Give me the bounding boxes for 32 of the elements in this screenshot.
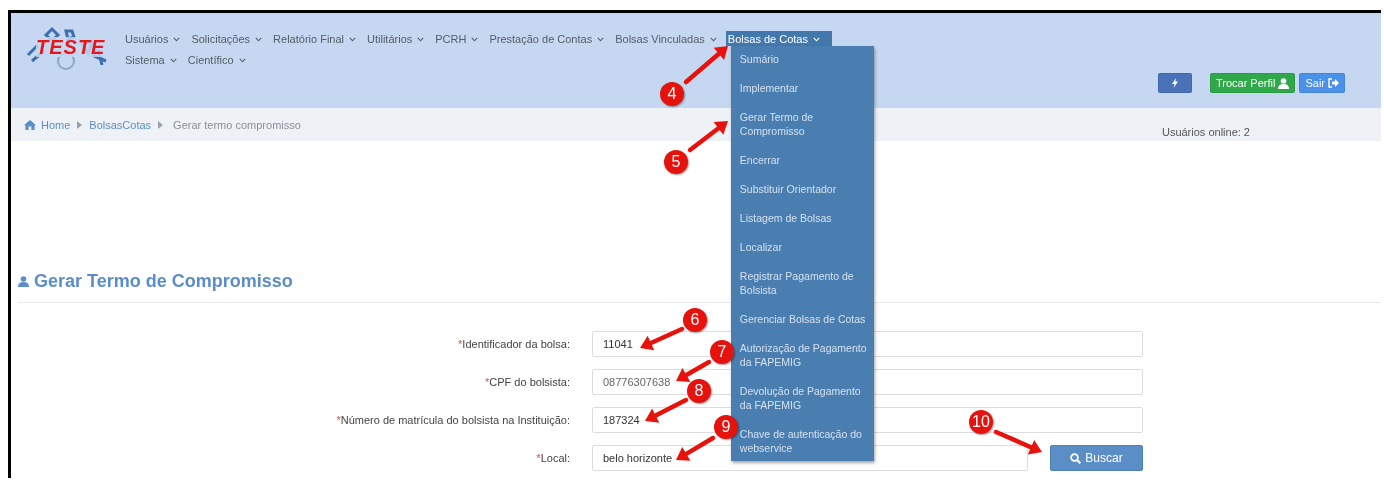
menu-option[interactable]: Sumário [730, 52, 874, 66]
menu-item[interactable]: Usuários [125, 31, 187, 46]
menu-item[interactable]: Prestação de Contas [489, 31, 611, 46]
page-title: Gerar Termo de Compromisso [34, 271, 293, 292]
menu-option[interactable]: Gerenciar Bolsas de Cotas [730, 312, 874, 326]
menu-item[interactable]: PCRH [435, 31, 485, 46]
menu-option[interactable]: Encerrar [730, 153, 874, 167]
menu-item[interactable]: Científico [187, 52, 252, 67]
field-label: *CPF do bolsista: [484, 376, 570, 388]
menu-item[interactable]: Bolsas Vinculadas [615, 31, 723, 46]
field-label: *Identificador da bolsa: [457, 338, 570, 350]
online-users-text: Usuários online: 2 [1161, 125, 1250, 138]
menu-option[interactable]: Substituir Orientador [730, 182, 874, 196]
breadcrumb-current: Gerar termo compromisso [173, 118, 301, 131]
menu-option[interactable]: Implementar [730, 81, 874, 95]
menu-item[interactable]: Solicitações [191, 31, 269, 46]
logout-button[interactable]: Sair [1299, 73, 1345, 93]
breadcrumb-link[interactable]: Home [41, 118, 71, 131]
menu-option[interactable]: Listagem de Bolsas [730, 211, 874, 225]
switch-profile-button[interactable]: Trocar Perfil [1209, 73, 1296, 93]
field-label: *Número de matrícula do bolsista na Instituição: [335, 414, 570, 426]
field-label: *Local: [535, 452, 570, 464]
breadcrumb-link[interactable]: BolsasCotas [89, 118, 152, 131]
menu-item[interactable]: Relatório Final [273, 31, 363, 46]
menu-option[interactable]: Registrar Pagamento de Bolsista [730, 269, 874, 297]
menu-item[interactable]: Utilitários [367, 31, 431, 46]
logo-text: TESTE [36, 37, 106, 57]
search-button[interactable]: Buscar [1050, 445, 1143, 471]
menu-option[interactable]: Localizar [730, 240, 874, 254]
menu-item[interactable]: Sistema [125, 52, 183, 67]
menu-item[interactable]: Bolsas de Cotas [725, 31, 832, 46]
menu-option[interactable]: Gerar Termo de Compromisso [730, 110, 874, 138]
